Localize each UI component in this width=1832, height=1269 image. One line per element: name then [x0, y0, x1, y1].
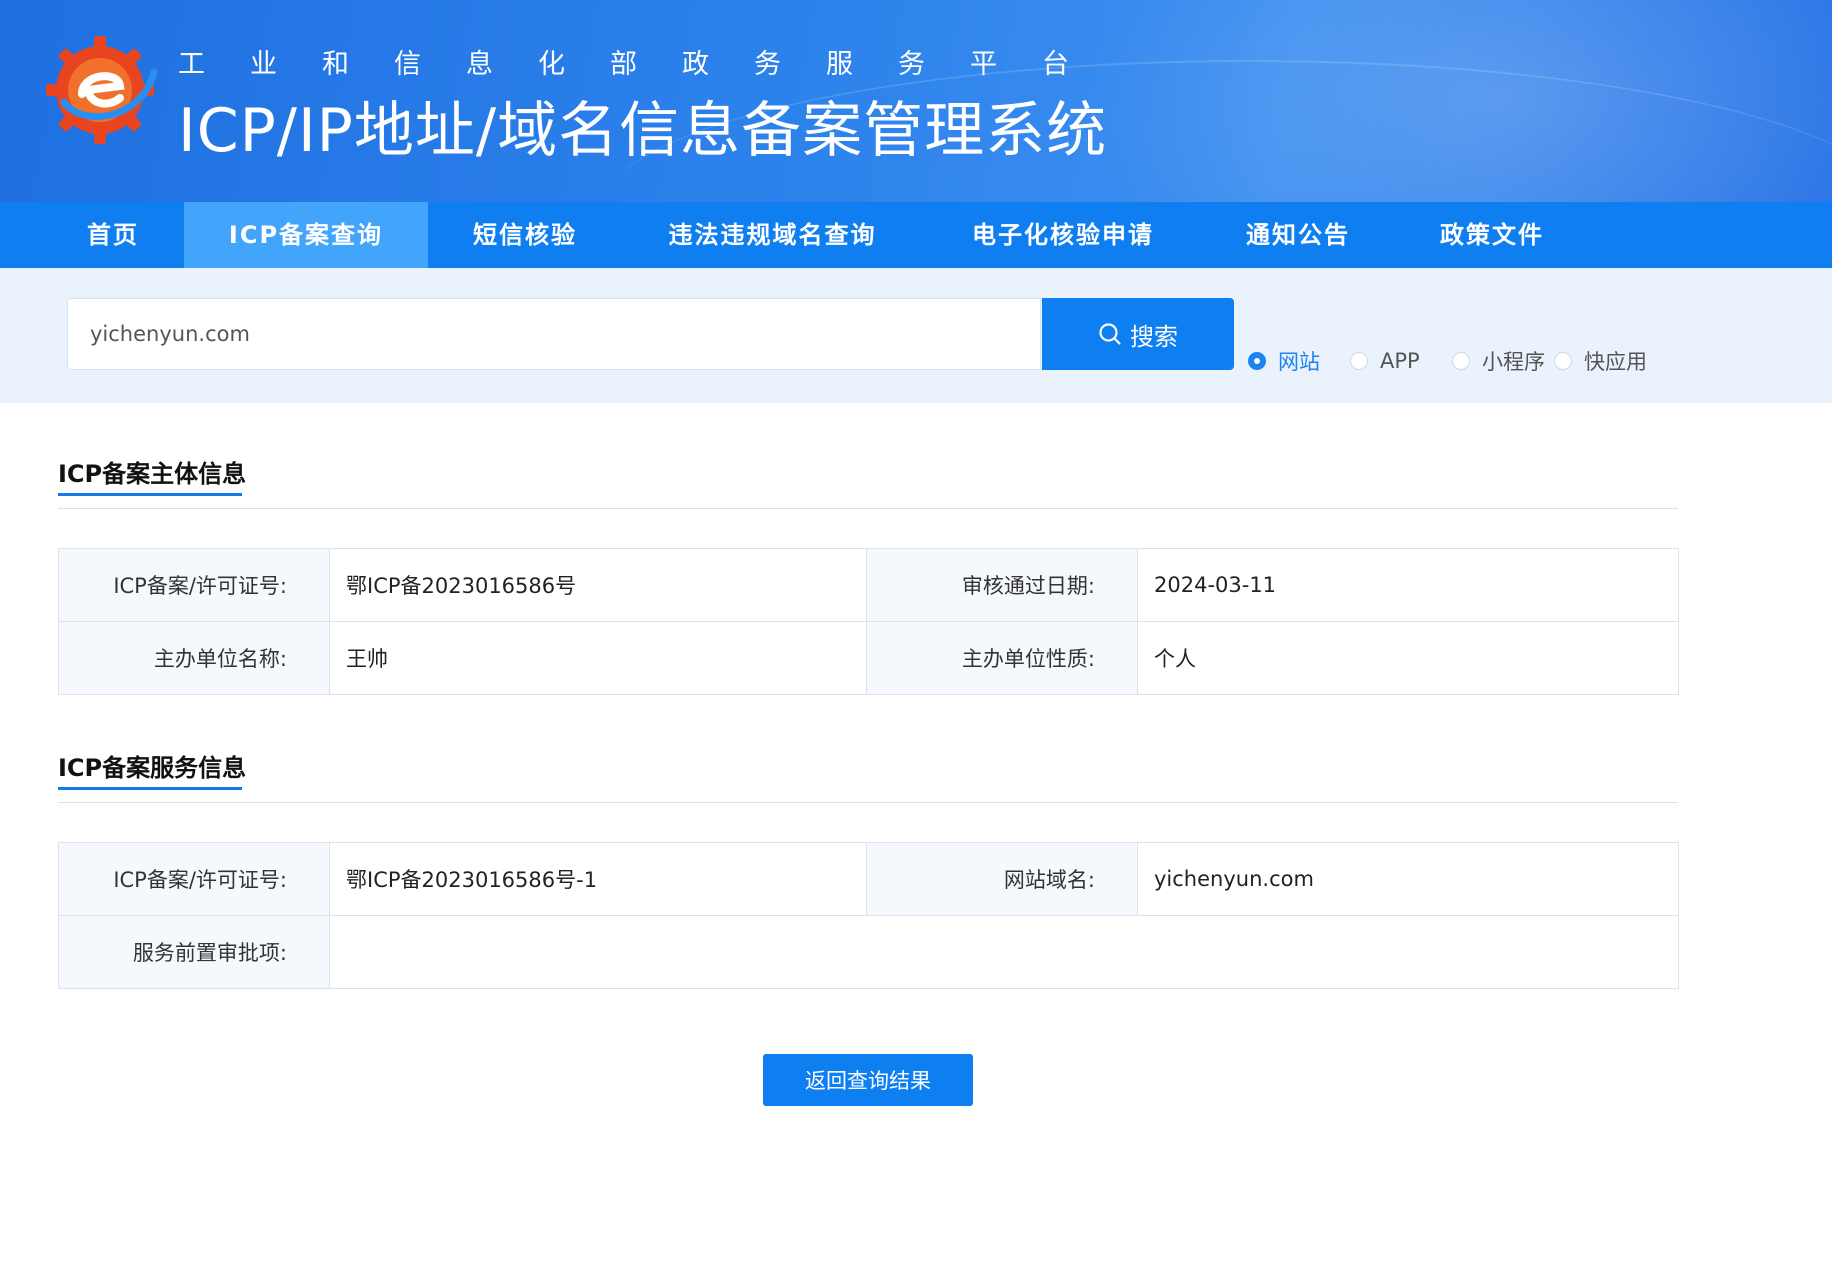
page-title: ICP/IP地址/域名信息备案管理系统: [178, 96, 1108, 166]
sponsor-type-value: 个人: [1137, 621, 1679, 695]
table-row: ICP备案/许可证号: 鄂ICP备2023016586号 审核通过日期: 202…: [58, 548, 1679, 622]
radio-mini-program[interactable]: 小程序: [1452, 346, 1545, 376]
radio-unchecked-icon: [1350, 352, 1368, 370]
nav-item-icp-query[interactable]: ICP备案查询: [184, 202, 428, 268]
radio-mini-program-label: 小程序: [1482, 350, 1545, 374]
service-section-title: ICP备案服务信息: [58, 754, 247, 782]
subject-section-title: ICP备案主体信息: [58, 460, 247, 488]
radio-website[interactable]: 网站: [1248, 346, 1320, 376]
nav-item-sms-verify[interactable]: 短信核验: [445, 202, 605, 268]
miit-gear-logo-icon: [46, 36, 158, 144]
radio-app[interactable]: APP: [1350, 346, 1420, 376]
service-info-table: ICP备案/许可证号: 鄂ICP备2023016586号-1 网站域名: yic…: [58, 842, 1679, 989]
radio-checked-icon: [1248, 352, 1266, 370]
subject-section-underline: [58, 493, 242, 496]
nav-item-home[interactable]: 首页: [58, 202, 168, 268]
website-domain-label: 网站域名:: [866, 842, 1138, 916]
search-button[interactable]: 搜索: [1042, 298, 1234, 370]
nav-item-e-verify-apply[interactable]: 电子化核验申请: [945, 202, 1181, 268]
website-domain-value: yichenyun.com: [1137, 842, 1679, 916]
icp-license-label: ICP备案/许可证号:: [58, 548, 330, 622]
service-icp-license-value: 鄂ICP备2023016586号-1: [329, 842, 867, 916]
main-nav: 首页 ICP备案查询 短信核验 违法违规域名查询 电子化核验申请 通知公告 政策…: [0, 202, 1832, 268]
pre-approval-label: 服务前置审批项:: [58, 915, 330, 989]
radio-unchecked-icon: [1452, 352, 1470, 370]
nav-item-illegal-domain-query[interactable]: 违法违规域名查询: [640, 202, 905, 268]
radio-quick-app[interactable]: 快应用: [1554, 346, 1647, 376]
pre-approval-value: [329, 915, 1679, 989]
subject-info-table: ICP备案/许可证号: 鄂ICP备2023016586号 审核通过日期: 202…: [58, 548, 1679, 695]
search-icon: [1099, 323, 1121, 345]
search-input[interactable]: [67, 298, 1041, 370]
subject-section-divider: [58, 508, 1678, 509]
sponsor-name-value: 王帅: [329, 621, 867, 695]
radio-quick-app-label: 快应用: [1584, 350, 1647, 374]
approval-date-value: 2024-03-11: [1137, 548, 1679, 622]
table-row: ICP备案/许可证号: 鄂ICP备2023016586号-1 网站域名: yic…: [58, 842, 1679, 916]
table-row: 主办单位名称: 王帅 主办单位性质: 个人: [58, 621, 1679, 695]
nav-item-policy-files[interactable]: 政策文件: [1422, 202, 1562, 268]
sponsor-name-label: 主办单位名称:: [58, 621, 330, 695]
search-button-label: 搜索: [1130, 322, 1178, 351]
service-section-underline: [58, 787, 242, 790]
approval-date-label: 审核通过日期:: [866, 548, 1138, 622]
radio-unchecked-icon: [1554, 352, 1572, 370]
radio-website-label: 网站: [1278, 350, 1320, 374]
table-row: 服务前置审批项:: [58, 915, 1679, 989]
service-icp-license-label: ICP备案/许可证号:: [58, 842, 330, 916]
service-section-divider: [58, 802, 1678, 803]
sponsor-type-label: 主办单位性质:: [866, 621, 1138, 695]
site-header: 工业和信息化部政务服务平台 ICP/IP地址/域名信息备案管理系统: [0, 0, 1832, 202]
radio-app-label: APP: [1380, 349, 1420, 373]
back-to-results-button[interactable]: 返回查询结果: [763, 1054, 973, 1106]
search-bar: 搜索 网站 APP 小程序 快应用: [0, 268, 1832, 403]
header-subtitle: 工业和信息化部政务服务平台: [178, 49, 1114, 80]
icp-license-value: 鄂ICP备2023016586号: [329, 548, 867, 622]
nav-item-notices[interactable]: 通知公告: [1228, 202, 1368, 268]
